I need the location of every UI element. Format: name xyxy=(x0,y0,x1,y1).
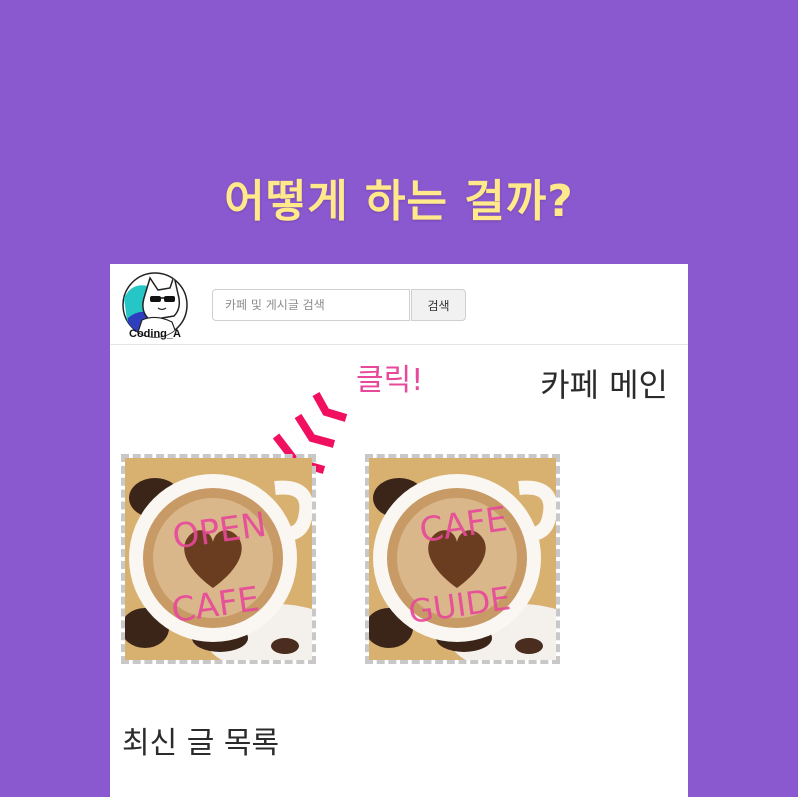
cafe-panel: Coding_A 검색 카페 메인 클릭! OPEN CAFE xyxy=(110,264,688,797)
search-button[interactable]: 검색 xyxy=(411,289,466,321)
cat-avatar-icon[interactable]: Coding_A xyxy=(122,268,188,342)
cafe-main-title[interactable]: 카페 메인 xyxy=(540,360,668,406)
headline: 어떻게 하는 걸까? xyxy=(224,176,574,227)
cafe-header: Coding_A 검색 xyxy=(110,264,688,345)
open-cafe-tile[interactable]: OPEN CAFE xyxy=(121,454,316,664)
avatar-logo-text: Coding_A xyxy=(129,328,181,340)
recent-posts-title: 최신 글 목록 xyxy=(122,726,280,761)
cafe-guide-tile[interactable]: CAFE GUIDE xyxy=(365,454,560,664)
click-annotation: 클릭! xyxy=(356,363,424,398)
search-input[interactable] xyxy=(212,289,410,321)
